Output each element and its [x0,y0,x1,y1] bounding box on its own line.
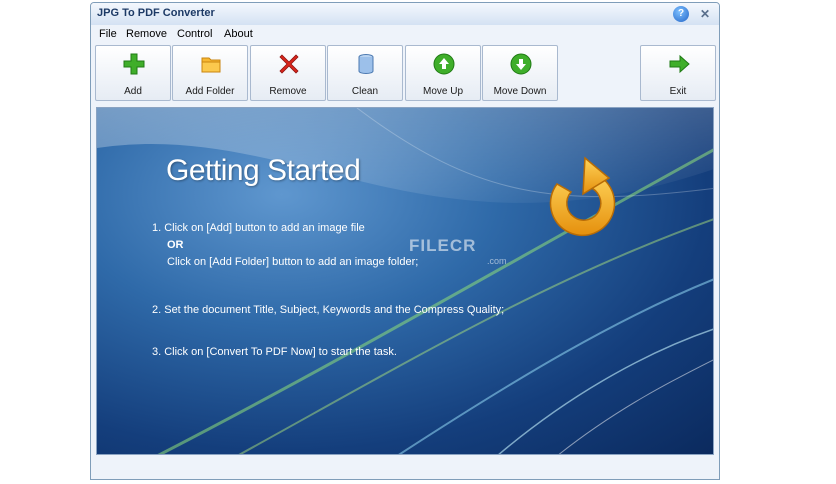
refresh-icon [549,156,616,237]
remove-label: Remove [269,86,307,97]
window-title: JPG To PDF Converter [97,7,215,19]
getting-started-panel: Getting Started 1. Click on [Add] button… [96,107,714,455]
remove-button[interactable]: Remove [250,45,326,101]
menu-control[interactable]: Control [177,28,212,40]
menu-file[interactable]: File [99,28,117,40]
move-down-label: Move Down [493,86,547,97]
step-1b: Click on [Add Folder] button to add an i… [167,256,419,268]
exit-label: Exit [669,86,687,97]
move-up-label: Move Up [422,86,463,97]
red-x-icon [279,54,299,74]
trash-can-icon [358,54,374,75]
status-bar [91,459,719,479]
plus-icon [123,53,145,75]
menu-bar: File Remove Control About [91,25,719,43]
step-1: 1. Click on [Add] button to add an image… [152,222,365,234]
menu-about[interactable]: About [224,28,253,40]
clean-button[interactable]: Clean [327,45,403,101]
move-down-button[interactable]: Move Down [482,45,558,101]
close-icon[interactable]: ✕ [697,6,713,22]
menu-remove[interactable]: Remove [126,28,167,40]
add-folder-label: Add Folder [185,86,235,97]
add-folder-button[interactable]: Add Folder [172,45,248,101]
move-up-button[interactable]: Move Up [405,45,481,101]
help-icon[interactable]: ? [673,6,689,22]
title-bar[interactable]: JPG To PDF Converter ? ✕ [91,3,719,26]
folder-icon [201,57,221,73]
toolbar: Add Add Folder Remove Clean Move Up Move… [91,43,719,103]
or-label: OR [167,239,184,251]
add-button[interactable]: Add [95,45,171,101]
arrow-down-circle-icon [510,53,532,75]
watermark: FILECR [409,236,477,255]
exit-arrow-icon [669,54,690,74]
watermark-suffix: .com [487,256,507,266]
add-label: Add [124,86,142,97]
arrow-up-circle-icon [433,53,455,75]
clean-label: Clean [351,86,379,97]
exit-button[interactable]: Exit [640,45,716,101]
step-3: 3. Click on [Convert To PDF Now] to star… [152,346,397,358]
app-window: JPG To PDF Converter ? ✕ File Remove Con… [90,2,720,480]
page-title: Getting Started [166,154,361,187]
step-2: 2. Set the document Title, Subject, Keyw… [152,304,505,316]
